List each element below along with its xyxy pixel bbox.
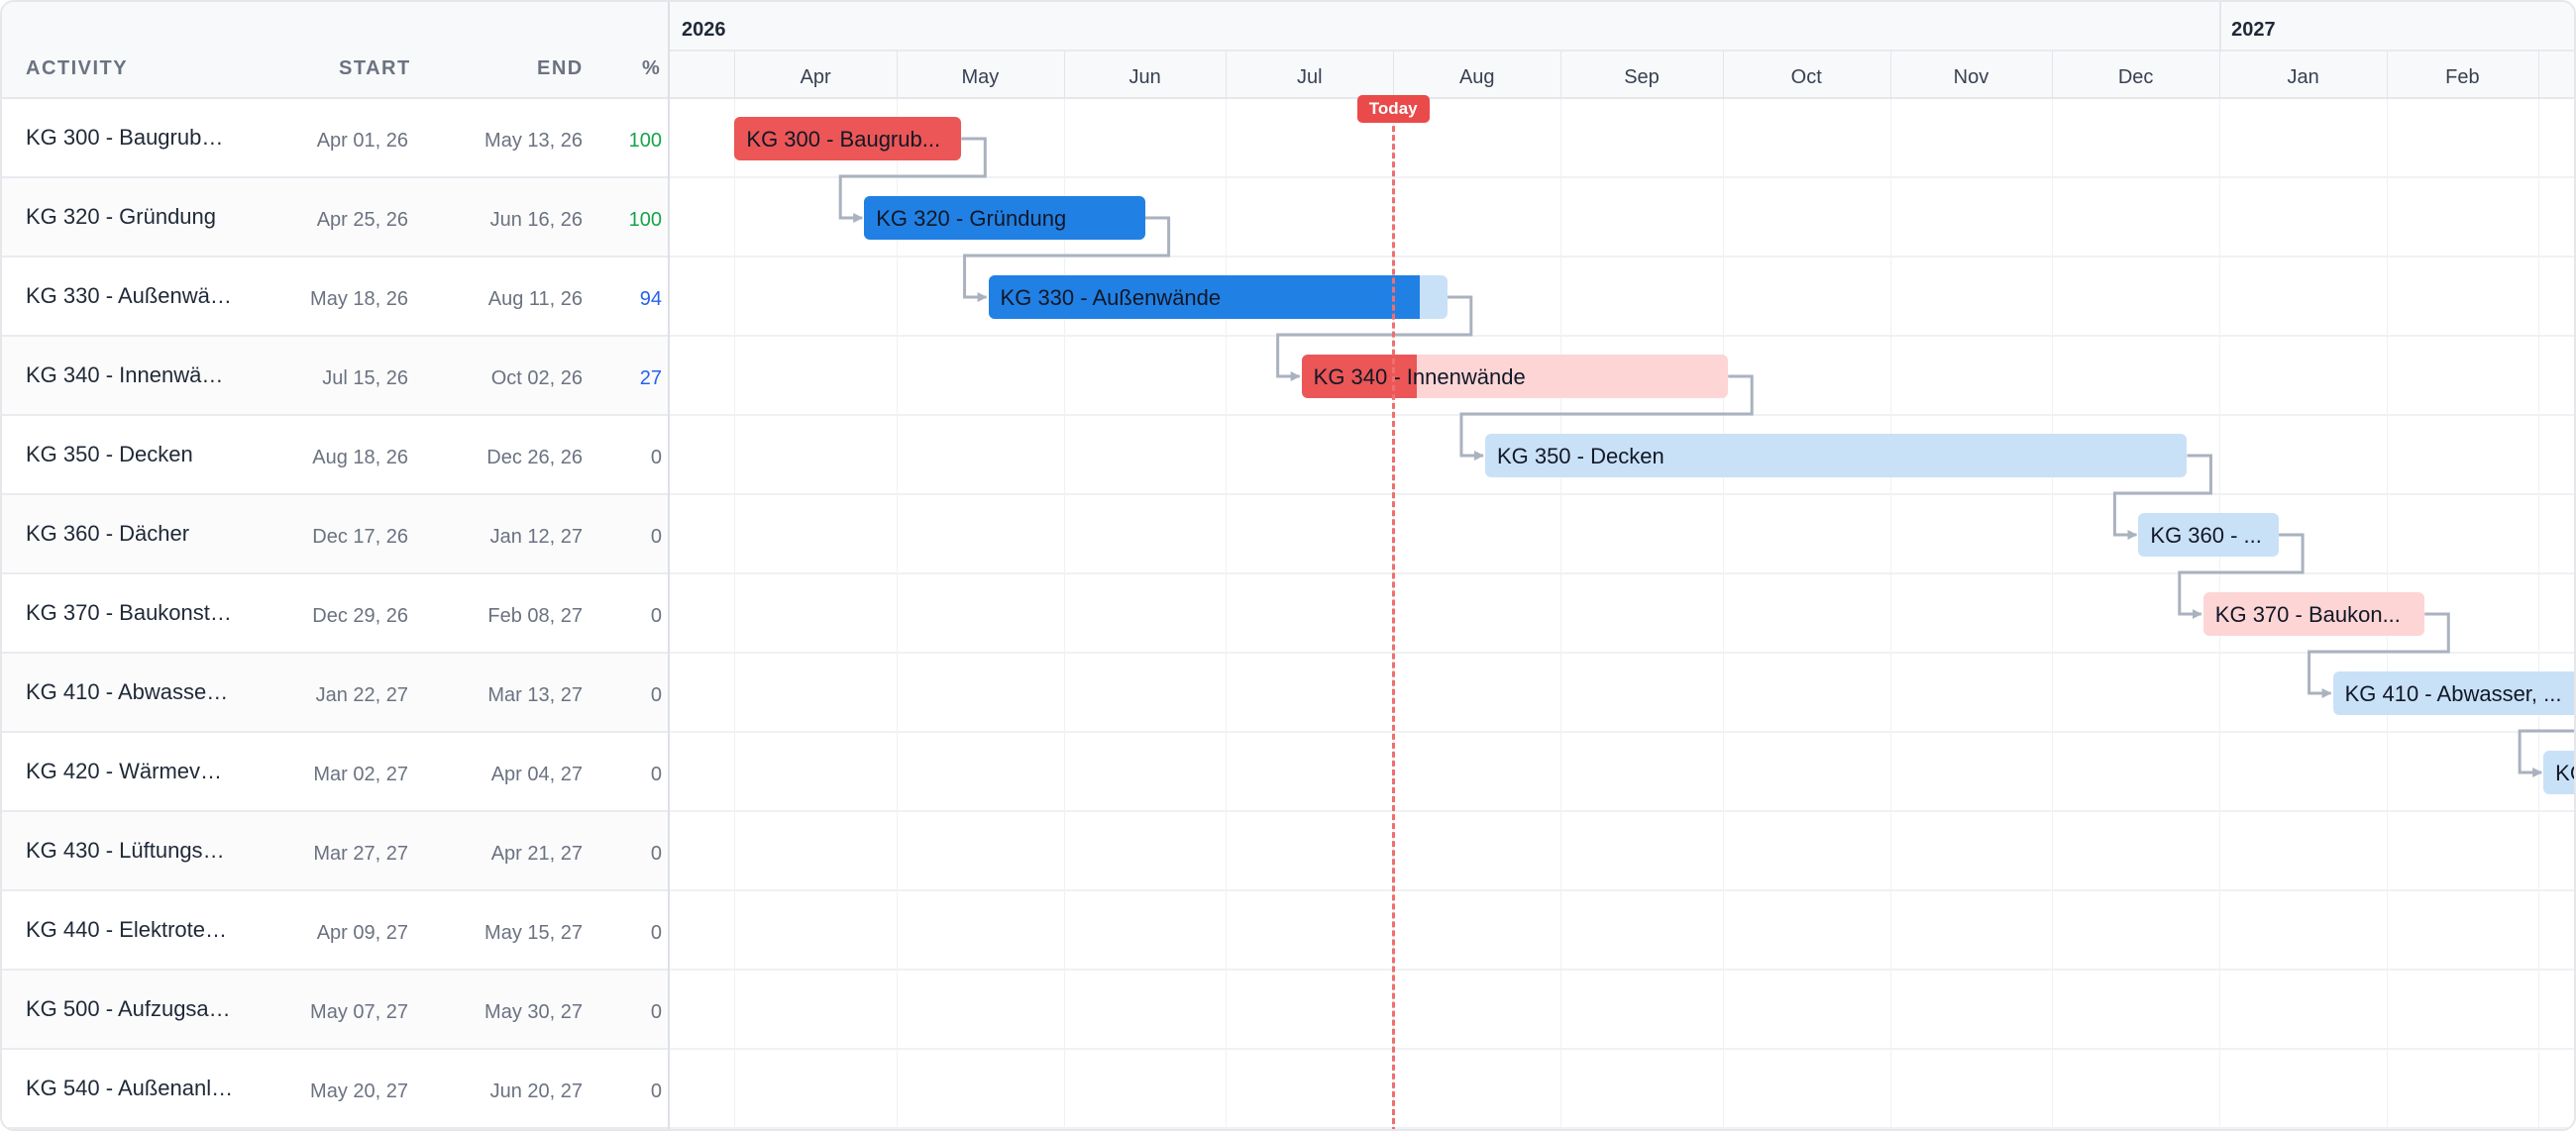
task-bar-label: KG 320 - Gründung [876, 206, 1067, 231]
task-bar[interactable]: KG 330 - Außenwände [988, 275, 1448, 319]
start-date: Mar 02, 27 [313, 764, 408, 785]
task-bar-label: KG 300 - Baugrub... [746, 127, 941, 152]
table-row[interactable]: KG 370 - Baukonst… Dec 29, 26 Feb 08, 27 0 [2, 574, 668, 654]
task-bar[interactable]: KG 410 - Abwasser, ... [2332, 671, 2574, 715]
grid-header: ACTIVITY START END % [2, 2, 668, 99]
table-row[interactable]: KG 410 - Abwasser… Jan 22, 27 Mar 13, 27 0 [2, 654, 668, 733]
header-activity[interactable]: ACTIVITY [26, 57, 128, 80]
percent-complete: 0 [650, 1080, 662, 1102]
percent-complete: 0 [650, 1001, 662, 1023]
header-percent[interactable]: % [642, 57, 661, 80]
activity-name: KG 300 - Baugrube… [26, 125, 234, 150]
activity-name: KG 370 - Baukonst… [26, 600, 232, 625]
percent-complete: 94 [639, 288, 662, 310]
task-bar[interactable]: KG 370 - Baukon... [2202, 592, 2425, 636]
header-start[interactable]: START [339, 57, 411, 80]
task-bar-label: KG 340 - Innenwände [1313, 364, 1526, 389]
table-row[interactable]: KG 340 - Innenwän… Jul 15, 26 Oct 02, 26 27 [2, 337, 668, 416]
end-date: Jun 16, 26 [489, 209, 583, 231]
activity-name: KG 540 - Außenanl… [26, 1076, 234, 1100]
table-row[interactable]: KG 540 - Außenanl… May 20, 27 Jun 20, 27 0 [2, 1050, 668, 1129]
percent-complete: 0 [650, 605, 662, 627]
task-bar[interactable]: KG 360 - ... [2138, 513, 2280, 557]
start-date: Apr 09, 27 [316, 922, 408, 944]
task-bar-label: KG 370 - Baukon... [2214, 602, 2401, 627]
start-date: Aug 18, 26 [312, 447, 408, 468]
percent-complete: 0 [650, 922, 662, 944]
dependency-connectors [838, 137, 2574, 777]
percent-complete: 100 [628, 130, 662, 152]
end-date: Mar 13, 27 [487, 684, 583, 706]
task-bar-label: KG 330 - Außenwände [1000, 285, 1222, 310]
task-bar[interactable]: KG 340 - Innenwände [1301, 355, 1729, 398]
percent-complete: 0 [650, 684, 662, 706]
end-date: Jun 20, 27 [489, 1080, 583, 1102]
table-row[interactable]: KG 420 - Wärmeve… Mar 02, 27 Apr 04, 27 0 [2, 733, 668, 812]
table-row[interactable]: KG 330 - Außenwä… May 18, 26 Aug 11, 26 94 [2, 257, 668, 337]
start-date: Apr 25, 26 [316, 209, 408, 231]
gantt-app: ACTIVITY START END % KG 300 - Baugrube… A… [0, 0, 2576, 1131]
end-date: May 13, 26 [484, 130, 583, 152]
percent-complete: 0 [650, 843, 662, 865]
percent-complete: 27 [639, 367, 662, 389]
activity-name: KG 350 - Decken [26, 442, 193, 466]
activity-name: KG 410 - Abwasser… [26, 679, 234, 704]
end-date: Aug 11, 26 [487, 288, 583, 310]
timeline: 20262027 MarAprMayJunJulAugSepOctNovDecJ… [670, 2, 2574, 1129]
task-bar-label: KG 350 - Decken [1496, 444, 1664, 468]
percent-complete: 0 [650, 526, 662, 548]
end-date: Apr 21, 27 [490, 843, 583, 865]
today-line [1391, 99, 1395, 1129]
activity-name: KG 330 - Außenwä… [26, 283, 232, 308]
start-date: May 18, 26 [310, 288, 408, 310]
start-date: Apr 01, 26 [316, 130, 408, 152]
start-date: Jan 22, 27 [315, 684, 408, 706]
task-bar[interactable]: KG 350 - Decken [1484, 434, 2188, 477]
table-row[interactable]: KG 360 - Dächer Dec 17, 26 Jan 12, 27 0 [2, 495, 668, 574]
activity-name: KG 360 - Dächer [26, 521, 190, 546]
start-date: Mar 27, 27 [313, 843, 408, 865]
table-row[interactable]: KG 430 - Lüftungsa… Mar 27, 27 Apr 21, 27 0 [2, 812, 668, 891]
activity-name: KG 340 - Innenwän… [26, 362, 234, 387]
start-date: Dec 17, 26 [312, 526, 408, 548]
table-row[interactable]: KG 320 - Gründung Apr 25, 26 Jun 16, 26 100 [2, 178, 668, 257]
activity-grid: ACTIVITY START END % KG 300 - Baugrube… A… [2, 2, 670, 1129]
header-end[interactable]: END [537, 57, 584, 80]
table-row[interactable]: KG 300 - Baugrube… Apr 01, 26 May 13, 26 10… [2, 99, 668, 178]
task-bar[interactable]: KG 320 - Gründung [864, 196, 1145, 240]
activity-name: KG 420 - Wärmeve… [26, 759, 234, 783]
end-date: Jan 12, 27 [489, 526, 583, 548]
activity-name: KG 500 - Aufzugsa… [26, 996, 231, 1021]
start-date: Jul 15, 26 [322, 367, 408, 389]
percent-complete: 100 [628, 209, 662, 231]
end-date: Apr 04, 27 [490, 764, 583, 785]
table-row[interactable]: KG 500 - Aufzugsa… May 07, 27 May 30, 27 0 [2, 971, 668, 1050]
percent-complete: 0 [650, 764, 662, 785]
today-badge: Today [1356, 95, 1430, 123]
task-bar-label: KG 410 - Abwasser, ... [2344, 681, 2562, 706]
table-row[interactable]: KG 440 - Elektrote… Apr 09, 27 May 15, 27 0 [2, 891, 668, 971]
end-date: Oct 02, 26 [490, 367, 583, 389]
end-date: Dec 26, 26 [486, 447, 583, 468]
activity-name: KG 320 - Gründung [26, 204, 217, 229]
activity-name: KG 440 - Elektrote… [26, 917, 227, 942]
activity-name: KG 430 - Lüftungsa… [26, 838, 234, 863]
task-bar-label: KG 420 - Wärme [2555, 761, 2574, 785]
task-bar[interactable]: KG 300 - Baugrub... [734, 117, 962, 160]
task-bar[interactable]: KG 420 - Wärme [2543, 751, 2574, 794]
end-date: May 30, 27 [484, 1001, 583, 1023]
end-date: May 15, 27 [484, 922, 583, 944]
start-date: Dec 29, 26 [312, 605, 408, 627]
table-row[interactable]: KG 350 - Decken Aug 18, 26 Dec 26, 26 0 [2, 416, 668, 495]
start-date: May 07, 27 [310, 1001, 408, 1023]
task-bar-label: KG 360 - ... [2150, 523, 2262, 548]
end-date: Feb 08, 27 [487, 605, 583, 627]
start-date: May 20, 27 [310, 1080, 408, 1102]
percent-complete: 0 [650, 447, 662, 468]
